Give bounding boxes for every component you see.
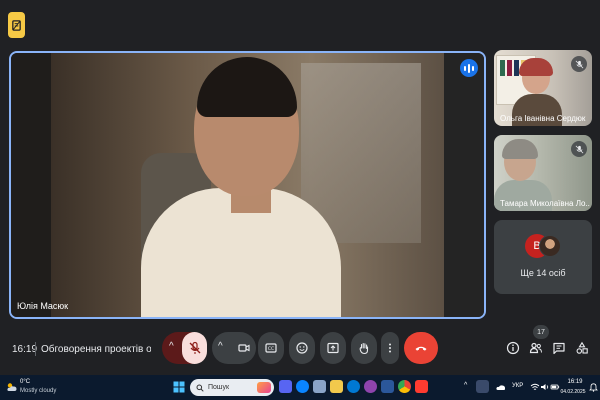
language-indicator[interactable]: УКР [512, 383, 523, 389]
meet-window: Юлія Масюк Ольга Іванівна Сердюк Тамара … [0, 0, 600, 400]
people-button[interactable] [528, 340, 544, 356]
avatar [539, 235, 561, 257]
system-clock-time[interactable]: 16:19 [561, 379, 589, 385]
weather-description[interactable]: Mostly cloudy [20, 388, 56, 394]
system-clock-date[interactable]: 04.02.2025 [557, 389, 589, 395]
chat-icon [553, 342, 565, 355]
participant-name: Ольга Іванівна Сердюк [500, 114, 586, 123]
reactions-button[interactable] [289, 332, 315, 364]
taskbar-app-edge-icon[interactable] [347, 380, 360, 393]
end-call-icon [415, 346, 427, 351]
emoji-icon [296, 342, 308, 354]
present-icon [327, 342, 339, 354]
windows-taskbar: 0°C Mostly cloudy Пошук ^ УКР 16:19 04.0… [0, 375, 600, 400]
taskbar-app-word-icon[interactable] [381, 380, 394, 393]
mic-off-icon [189, 341, 200, 354]
chevron-up-icon[interactable]: ^ [464, 382, 467, 389]
hand-icon [359, 342, 369, 355]
divider [35, 342, 36, 356]
onedrive-icon[interactable] [496, 382, 506, 392]
activities-icon [576, 341, 588, 354]
notification-bell-icon[interactable] [589, 382, 598, 392]
more-participants-label: Ще 14 осіб [520, 268, 566, 278]
participant-name: Тамара Миколаївна Ло... [500, 199, 590, 208]
taskbar-app-chrome-icon[interactable] [398, 380, 411, 393]
captions-button[interactable]: CC [258, 332, 284, 364]
people-icon [529, 342, 542, 354]
meeting-clock: 16:19 [12, 344, 38, 355]
chevron-up-icon: ^ [169, 341, 174, 352]
video-settings-button[interactable]: ^ [212, 332, 256, 364]
pen-tray-icon[interactable] [476, 380, 489, 393]
people-count-badge: 17 [533, 325, 549, 339]
taskbar-app-widget-icon[interactable] [313, 380, 326, 393]
participant-tile[interactable]: Тамара Миколаївна Ло... [494, 135, 592, 211]
meeting-title: Обговорення проектів осві... [41, 344, 151, 355]
raise-hand-button[interactable] [351, 332, 377, 364]
document-icon [12, 19, 21, 31]
end-call-button[interactable] [404, 332, 438, 364]
audio-settings-button[interactable]: ^ [162, 332, 207, 364]
search-icon [196, 384, 204, 392]
main-video-tile[interactable]: Юлія Масюк [9, 51, 486, 319]
search-placeholder: Пошук [208, 384, 230, 391]
captions-icon: CC [265, 343, 277, 353]
main-participant-name: Юлія Масюк [17, 301, 69, 311]
taskbar-app-copilot-icon[interactable] [296, 380, 309, 393]
windows-start-icon[interactable] [173, 381, 185, 393]
meeting-details-button[interactable] [505, 340, 521, 356]
speaking-indicator-icon [460, 59, 478, 77]
wifi-icon[interactable] [530, 382, 540, 392]
participant-avatars: В [525, 234, 561, 260]
more-vert-icon [389, 343, 391, 353]
volume-icon[interactable] [540, 382, 550, 392]
camera-toggle-button[interactable] [232, 332, 256, 364]
svg-text:CC: CC [268, 346, 274, 352]
search-highlight-icon [257, 382, 271, 393]
chevron-up-icon: ^ [218, 341, 223, 352]
taskbar-app-explorer-icon[interactable] [330, 380, 343, 393]
taskbar-app-opera-icon[interactable] [415, 380, 428, 393]
taskbar-app-teams-icon[interactable] [279, 380, 292, 393]
more-options-button[interactable] [381, 332, 399, 364]
taskbar-search-input[interactable]: Пошук [190, 379, 274, 396]
info-icon [506, 341, 520, 355]
chat-button[interactable] [551, 340, 567, 356]
activities-button[interactable] [574, 340, 590, 356]
participant-tile[interactable]: Ольга Іванівна Сердюк [494, 50, 592, 126]
camera-icon [238, 344, 250, 352]
present-screen-button[interactable] [320, 332, 346, 364]
weather-temperature[interactable]: 0°C [20, 379, 30, 385]
main-video-feed [11, 53, 484, 317]
meeting-info-badge[interactable] [8, 12, 25, 38]
cloud-icon [7, 383, 17, 391]
mic-toggle-button[interactable] [182, 332, 207, 364]
more-participants-tile[interactable]: В Ще 14 осіб [494, 220, 592, 294]
taskbar-app-viber-icon[interactable] [364, 380, 377, 393]
call-controls-bar: 16:19 Обговорення проектів осві... ^ ^ C… [0, 325, 600, 368]
mic-off-icon [571, 56, 587, 72]
mic-off-icon [571, 141, 587, 157]
